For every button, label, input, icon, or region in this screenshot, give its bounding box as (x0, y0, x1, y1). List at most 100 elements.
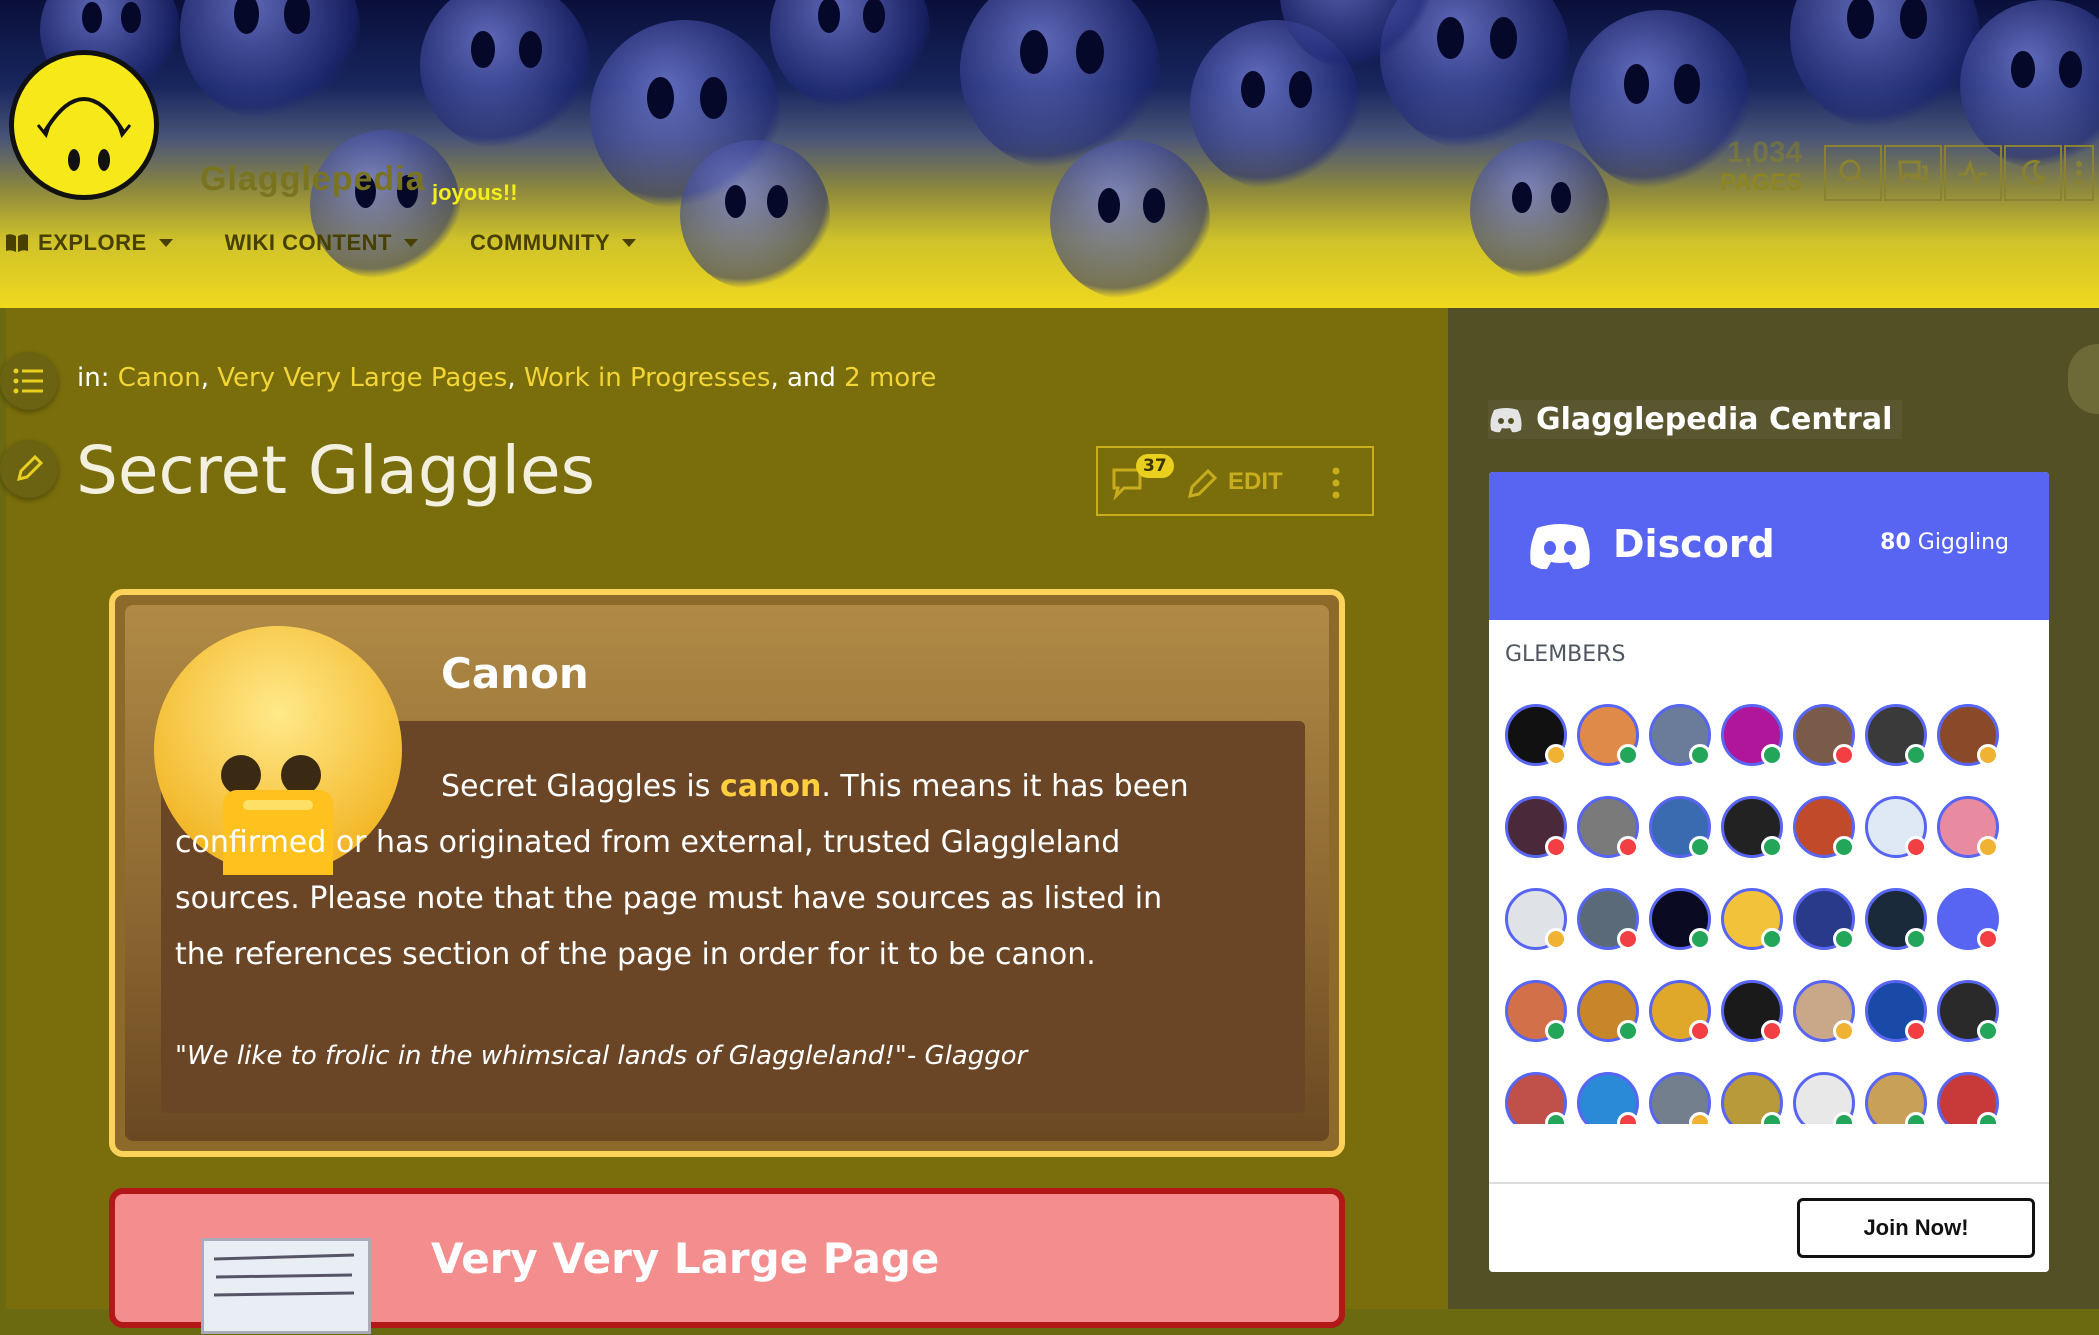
member-avatar[interactable] (1577, 704, 1639, 766)
nav-community[interactable]: COMMUNITY (470, 230, 637, 256)
category-more-link[interactable]: 2 more (844, 363, 936, 393)
background-smiley-eye (1490, 17, 1517, 59)
member-avatar[interactable] (1649, 1072, 1711, 1124)
discord-online-count: 80 Giggling (1880, 530, 2009, 555)
site-title[interactable]: Glagglepedia (200, 160, 426, 199)
background-smiley-eye (1437, 17, 1464, 59)
member-status-dot (1977, 744, 1999, 766)
member-avatar[interactable] (1937, 796, 1999, 858)
background-smiley-eye (1142, 188, 1166, 224)
background-smiley-eye (1288, 71, 1313, 109)
member-avatar[interactable] (1937, 1072, 1999, 1124)
member-avatar[interactable] (1865, 704, 1927, 766)
background-smiley (1470, 140, 1610, 280)
member-avatar[interactable] (1721, 704, 1783, 766)
background-smiley-eye (1512, 182, 1532, 213)
member-status-dot (1761, 1020, 1783, 1042)
member-avatar[interactable] (1865, 1072, 1927, 1124)
list-icon (13, 368, 43, 394)
member-status-dot (1689, 744, 1711, 766)
member-avatar[interactable] (1649, 796, 1711, 858)
nav-explore-label: EXPLORE (38, 230, 147, 255)
search-button[interactable] (1824, 145, 1882, 201)
member-avatar[interactable] (1577, 980, 1639, 1042)
breadcrumb: in: Canon, Very Very Large Pages, Work i… (77, 363, 937, 393)
discord-section-title: Glagglepedia Central (1488, 400, 1903, 439)
activity-button[interactable] (1944, 145, 2002, 201)
page-more-button[interactable] (1330, 464, 1342, 506)
toc-button[interactable] (0, 352, 58, 410)
background-smiley-eye (82, 2, 102, 33)
member-avatar[interactable] (1793, 980, 1855, 1042)
member-avatar[interactable] (1865, 796, 1927, 858)
category-link-very-very-large-pages[interactable]: Very Very Large Pages (217, 363, 507, 393)
background-smiley (1050, 140, 1210, 300)
member-avatar[interactable] (1577, 796, 1639, 858)
canon-text-before: Secret Glaggles is (441, 769, 711, 804)
member-avatar[interactable] (1793, 704, 1855, 766)
nav-explore[interactable]: EXPLORE (4, 230, 173, 256)
very-very-large-page-heading: Very Very Large Page (431, 1234, 940, 1283)
member-avatar[interactable] (1721, 1072, 1783, 1124)
member-avatar[interactable] (1721, 796, 1783, 858)
member-avatar[interactable] (1649, 704, 1711, 766)
background-smiley-eye (234, 0, 260, 34)
member-status-dot (1833, 1020, 1855, 1042)
edit-pencil[interactable] (1184, 464, 1222, 506)
member-avatar[interactable] (1721, 888, 1783, 950)
join-discord-button[interactable]: Join Now! (1797, 1198, 2035, 1258)
member-avatar[interactable] (1793, 796, 1855, 858)
member-avatar[interactable] (1937, 980, 1999, 1042)
rail-edit-button[interactable] (0, 440, 58, 498)
background-smiley-eye (700, 77, 727, 119)
canon-notice-inner: Canon Secret Glaggles is canon. This mea… (125, 605, 1329, 1141)
canon-body-text: Secret Glaggles is canon. This means it … (175, 759, 1215, 983)
member-avatar[interactable] (1937, 704, 1999, 766)
member-status-dot (1833, 744, 1855, 766)
header-tools (1824, 145, 2096, 201)
member-avatar[interactable] (1865, 980, 1927, 1042)
member-avatar[interactable] (1505, 796, 1567, 858)
dark-mode-icon (2022, 159, 2047, 185)
member-avatar[interactable] (1649, 888, 1711, 950)
member-avatar[interactable] (1865, 888, 1927, 950)
background-smiley-eye (2058, 51, 2083, 89)
dark-mode-button[interactable] (2004, 145, 2062, 201)
discussions-button[interactable] (1884, 145, 1942, 201)
member-avatar[interactable] (1505, 704, 1567, 766)
member-avatar[interactable] (1793, 888, 1855, 950)
member-status-dot (1833, 928, 1855, 950)
background-smiley-eye (1098, 188, 1121, 224)
member-avatar[interactable] (1721, 980, 1783, 1042)
pencil-icon (1188, 468, 1218, 498)
background-smiley-eye (518, 31, 543, 69)
category-link-canon[interactable]: Canon (118, 363, 201, 393)
member-avatar[interactable] (1937, 888, 1999, 950)
nav-wiki-content[interactable]: WIKI CONTENT (225, 230, 418, 256)
edit-button[interactable]: EDIT (1228, 468, 1283, 496)
member-status-dot (1617, 928, 1639, 950)
member-status-dot (1545, 1020, 1567, 1042)
chevron-down-icon (158, 239, 173, 247)
very-very-large-page-notice: Very Very Large Page (109, 1188, 1345, 1334)
pages-count-number: 1,034 (1727, 136, 1803, 169)
member-avatar[interactable] (1505, 980, 1567, 1042)
member-avatar[interactable] (1577, 888, 1639, 950)
member-avatar[interactable] (1577, 1072, 1639, 1124)
background-smiley (420, 0, 590, 150)
member-avatar[interactable] (1505, 1072, 1567, 1124)
discord-icon (1490, 407, 1522, 432)
member-avatar[interactable] (1505, 888, 1567, 950)
background-smiley (770, 0, 930, 110)
background-smiley-eye (862, 0, 886, 34)
member-avatar[interactable] (1793, 1072, 1855, 1124)
member-avatar[interactable] (1649, 980, 1711, 1042)
member-status-dot (1545, 836, 1567, 858)
discord-logo-icon (1530, 524, 1590, 570)
more-options-button[interactable] (2064, 145, 2094, 201)
category-link-work-in-progresses[interactable]: Work in Progresses (524, 363, 771, 393)
member-status-dot (1689, 1020, 1711, 1042)
main-navigation: EXPLORE WIKI CONTENT COMMUNITY (4, 230, 688, 256)
wiki-logo[interactable] (9, 50, 159, 200)
more-icon (1332, 467, 1340, 499)
